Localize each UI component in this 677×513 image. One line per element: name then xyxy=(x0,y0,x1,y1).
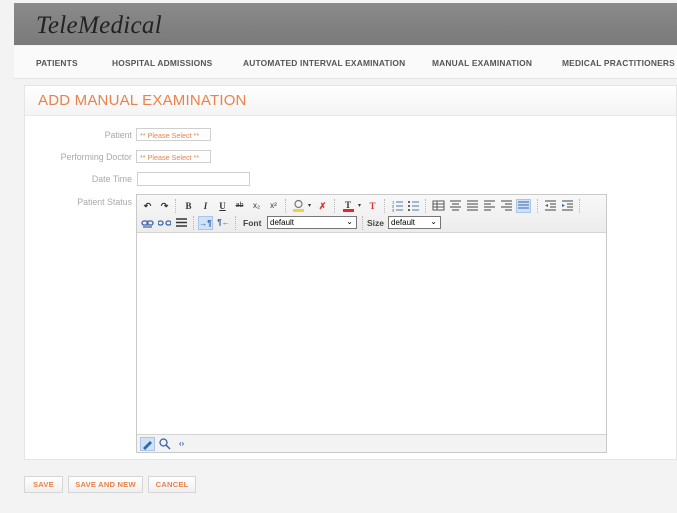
svg-text:3: 3 xyxy=(392,208,395,213)
performing-doctor-select[interactable]: ** Please Select ** xyxy=(136,150,211,163)
font-select[interactable]: default ⌄ xyxy=(267,216,357,229)
nav-patients[interactable]: PATIENTS xyxy=(36,58,78,68)
bullet-list-icon[interactable] xyxy=(406,199,421,213)
rtl-direction-icon[interactable]: ¶← xyxy=(216,216,231,230)
app-logo: TeleMedical xyxy=(36,12,162,39)
font-label: Font xyxy=(243,218,262,228)
chevron-down-icon: ⌄ xyxy=(346,217,353,226)
remove-highlight-icon[interactable]: ✗ xyxy=(315,199,330,213)
horizontal-rule-icon[interactable] xyxy=(174,216,189,230)
align-left-icon[interactable] xyxy=(482,199,497,213)
outdent-icon[interactable] xyxy=(543,199,558,213)
performing-doctor-label: Performing Doctor xyxy=(60,152,132,162)
size-select[interactable]: default ⌄ xyxy=(388,216,441,229)
strikethrough-button[interactable]: ab xyxy=(232,199,247,213)
editor-mode-bar: ‹› xyxy=(137,434,606,452)
html-source-icon[interactable]: ‹› xyxy=(174,437,189,451)
app-header: TeleMedical xyxy=(14,3,677,45)
save-button[interactable]: SAVE xyxy=(24,476,63,493)
nav-automated-interval-examination[interactable]: AUTOMATED INTERVAL EXAMINATION xyxy=(243,58,405,68)
indent-icon[interactable] xyxy=(560,199,575,213)
main-nav: PATIENTS HOSPITAL ADMISSIONS AUTOMATED I… xyxy=(14,46,677,79)
align-justify-icon[interactable] xyxy=(465,199,480,213)
save-and-new-button[interactable]: SAVE AND NEW xyxy=(68,476,143,493)
date-time-label: Date Time xyxy=(91,174,132,184)
ltr-direction-icon[interactable]: →¶ xyxy=(198,216,213,230)
date-time-input[interactable] xyxy=(137,172,250,186)
nav-manual-examination[interactable]: MANUAL EXAMINATION xyxy=(432,58,532,68)
remove-font-color-icon[interactable]: T xyxy=(365,199,380,213)
patient-status-label: Patient Status xyxy=(77,197,132,207)
table-icon[interactable] xyxy=(431,199,446,213)
font-color-icon[interactable]: T xyxy=(341,199,356,213)
chevron-down-icon[interactable]: ▾ xyxy=(356,199,363,213)
unlink-icon[interactable] xyxy=(157,216,172,230)
numbered-list-icon[interactable]: 123 xyxy=(390,199,405,213)
underline-button[interactable]: U xyxy=(215,199,230,213)
italic-button[interactable]: I xyxy=(198,199,213,213)
page-title: ADD MANUAL EXAMINATION xyxy=(38,92,247,109)
undo-icon[interactable]: ↶ xyxy=(140,199,155,213)
redo-icon[interactable]: ↷ xyxy=(157,199,172,213)
highlight-color-icon[interactable] xyxy=(291,199,306,213)
chevron-down-icon[interactable]: ▾ xyxy=(306,199,313,213)
patient-status-editor: ↶ ↷ B I U ab x₂ x² ▾ ✗ T ▾ T 123 →¶ ¶← F… xyxy=(136,194,607,453)
editor-content-area[interactable] xyxy=(137,234,606,435)
svg-text:T: T xyxy=(345,200,351,210)
nav-hospital-admissions[interactable]: HOSPITAL ADMISSIONS xyxy=(112,58,212,68)
subscript-button[interactable]: x₂ xyxy=(249,199,264,213)
align-right-icon[interactable] xyxy=(499,199,514,213)
patient-label: Patient xyxy=(104,130,132,140)
panel-header: ADD MANUAL EXAMINATION xyxy=(25,86,676,116)
preview-icon[interactable] xyxy=(157,437,172,451)
bold-button[interactable]: B xyxy=(181,199,196,213)
align-center-icon[interactable] xyxy=(448,199,463,213)
editor-toolbar: ↶ ↷ B I U ab x₂ x² ▾ ✗ T ▾ T 123 →¶ ¶← F… xyxy=(137,195,606,233)
link-icon[interactable] xyxy=(140,216,155,230)
superscript-button[interactable]: x² xyxy=(266,199,281,213)
design-mode-icon[interactable] xyxy=(140,437,155,451)
nav-medical-practitioners[interactable]: MEDICAL PRACTITIONERS xyxy=(562,58,675,68)
chevron-down-icon: ⌄ xyxy=(430,217,437,226)
size-label: Size xyxy=(367,218,385,228)
cancel-button[interactable]: CANCEL xyxy=(148,476,196,493)
align-full-icon[interactable] xyxy=(516,199,531,213)
patient-select[interactable]: ** Please Select ** xyxy=(136,128,211,141)
